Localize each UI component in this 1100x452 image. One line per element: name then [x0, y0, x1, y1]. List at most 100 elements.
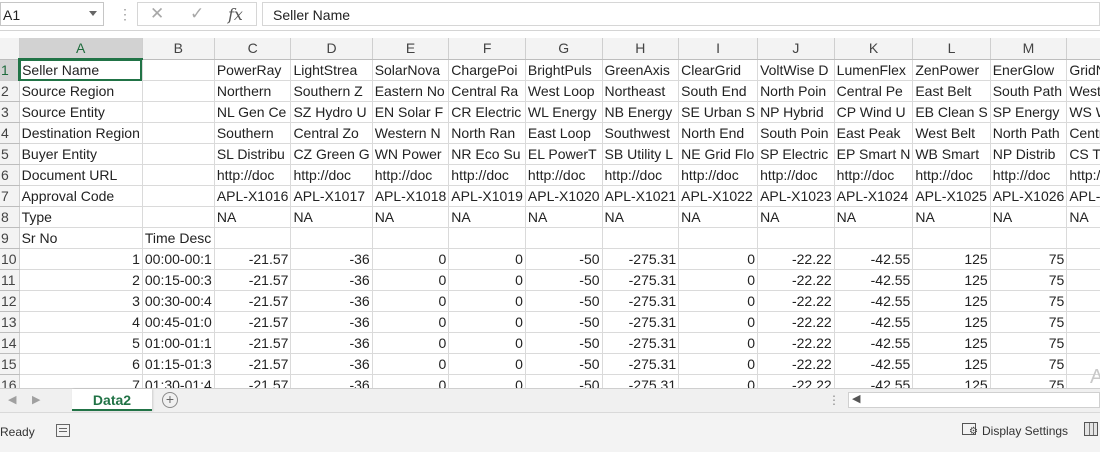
column-header[interactable]: B — [142, 38, 215, 60]
cell[interactable]: 00:15-00:3 — [142, 269, 215, 291]
cell[interactable]: 0 — [372, 311, 450, 333]
cell[interactable]: 0 — [1066, 290, 1100, 312]
cell[interactable]: APL-X1016 — [214, 185, 292, 207]
next-sheet-icon[interactable]: ▶ — [32, 393, 40, 406]
cell[interactable]: Southwest — [602, 122, 680, 144]
cell[interactable]: -21.57 — [214, 248, 292, 270]
cell[interactable] — [912, 227, 991, 249]
column-header[interactable]: L — [912, 38, 991, 60]
cell[interactable] — [372, 227, 450, 249]
cell[interactable]: 7 — [19, 374, 143, 388]
cell[interactable]: CZ Green G — [290, 143, 373, 165]
cell[interactable]: http://doc — [990, 164, 1068, 186]
cell[interactable]: NA — [214, 206, 292, 228]
cell[interactable]: South End — [678, 80, 759, 102]
cell[interactable]: -36 — [290, 332, 373, 354]
column-header[interactable]: N — [1066, 38, 1100, 60]
cell[interactable]: -275.31 — [602, 290, 680, 312]
column-header[interactable]: I — [678, 38, 759, 60]
function-icon[interactable]: fx — [228, 5, 243, 24]
cell[interactable]: EL PowerT — [525, 143, 603, 165]
cell[interactable]: -42.55 — [834, 353, 914, 375]
cell[interactable]: EP Smart N — [834, 143, 914, 165]
cell[interactable]: -275.31 — [602, 248, 680, 270]
display-settings-button[interactable]: Display Settings — [982, 424, 1068, 438]
cell[interactable]: http://doc — [372, 164, 450, 186]
cell[interactable]: 0 — [678, 353, 759, 375]
cell[interactable]: Destination Region — [19, 122, 143, 144]
cell[interactable]: NB Energy — [602, 101, 680, 123]
cell[interactable]: APL-X1022 — [678, 185, 759, 207]
cell[interactable]: WN Power — [372, 143, 450, 165]
cell[interactable]: CR Electric — [448, 101, 526, 123]
cell[interactable]: -22.22 — [757, 311, 835, 333]
cell[interactable]: Source Region — [19, 80, 143, 102]
cell[interactable]: -22.22 — [757, 374, 835, 388]
cell[interactable]: 0 — [372, 248, 450, 270]
row-header[interactable]: 4 — [0, 122, 20, 144]
cell[interactable]: -21.57 — [214, 353, 292, 375]
cell[interactable]: EN Solar F — [372, 101, 450, 123]
cell[interactable]: -42.55 — [834, 311, 914, 333]
cell[interactable]: http://docs.fake/1027 — [1066, 164, 1100, 186]
cell[interactable]: 125 — [912, 290, 991, 312]
cell[interactable]: -22.22 — [757, 290, 835, 312]
cell[interactable]: 0 — [372, 353, 450, 375]
cell[interactable] — [448, 227, 526, 249]
cell[interactable]: -42.55 — [834, 248, 914, 270]
cell[interactable]: East Belt — [912, 80, 991, 102]
cell[interactable]: 0 — [372, 332, 450, 354]
cell[interactable]: 75 — [990, 269, 1068, 291]
cell[interactable]: -22.22 — [757, 332, 835, 354]
cell[interactable] — [757, 227, 835, 249]
cell[interactable]: SL Distribu — [214, 143, 292, 165]
cell[interactable]: Time Desc — [142, 227, 215, 249]
cell[interactable]: 0 — [448, 353, 526, 375]
cell[interactable]: 2 — [19, 269, 143, 291]
cell[interactable]: http://doc — [678, 164, 759, 186]
cell[interactable]: Sr No — [19, 227, 143, 249]
cell[interactable]: Northeast — [602, 80, 680, 102]
formula-input[interactable]: Seller Name — [262, 2, 1100, 26]
cell[interactable]: Source Entity — [19, 101, 143, 123]
cell[interactable]: PowerRay — [214, 59, 292, 81]
cell[interactable] — [525, 227, 603, 249]
cell[interactable]: West Belt — [912, 122, 991, 144]
cell[interactable] — [678, 227, 759, 249]
cell[interactable] — [142, 122, 215, 144]
column-header[interactable]: J — [757, 38, 835, 60]
cell[interactable]: 125 — [912, 332, 991, 354]
scroll-left-icon[interactable]: ◀ — [852, 392, 860, 405]
cell[interactable]: East Loop — [525, 122, 603, 144]
cell[interactable]: http://doc — [912, 164, 991, 186]
cell[interactable]: 0 — [678, 248, 759, 270]
cell[interactable]: NP Hybrid — [757, 101, 835, 123]
more-options-icon[interactable]: ⋮ — [118, 6, 132, 22]
cell[interactable]: EnerGlow — [990, 59, 1068, 81]
cell[interactable] — [1066, 227, 1100, 249]
cell[interactable]: 0 — [372, 269, 450, 291]
cell[interactable]: 0 — [372, 374, 450, 388]
cell[interactable]: Seller Name — [19, 59, 143, 81]
cell[interactable]: -36 — [290, 248, 373, 270]
cell[interactable]: 0 — [1066, 248, 1100, 270]
column-header[interactable]: H — [602, 38, 680, 60]
cell[interactable]: 0 — [372, 290, 450, 312]
cell[interactable]: 75 — [990, 353, 1068, 375]
cell[interactable]: 0 — [1066, 311, 1100, 333]
cell[interactable]: -275.31 — [602, 332, 680, 354]
accessibility-icon[interactable] — [56, 424, 70, 437]
cell[interactable]: -50 — [525, 290, 603, 312]
cell[interactable]: http://doc — [525, 164, 603, 186]
cell[interactable]: ChargePoi — [448, 59, 526, 81]
cell[interactable]: http://doc — [757, 164, 835, 186]
cell[interactable]: West Loop — [525, 80, 603, 102]
cell[interactable]: 75 — [990, 374, 1068, 388]
cell[interactable]: 0 — [678, 332, 759, 354]
cell[interactable]: -42.55 — [834, 374, 914, 388]
cell[interactable]: 125 — [912, 353, 991, 375]
cell[interactable]: 0 — [678, 290, 759, 312]
cell[interactable]: SE Urban S — [678, 101, 759, 123]
cell[interactable]: West Segment — [1066, 80, 1100, 102]
column-header[interactable]: E — [372, 38, 450, 60]
